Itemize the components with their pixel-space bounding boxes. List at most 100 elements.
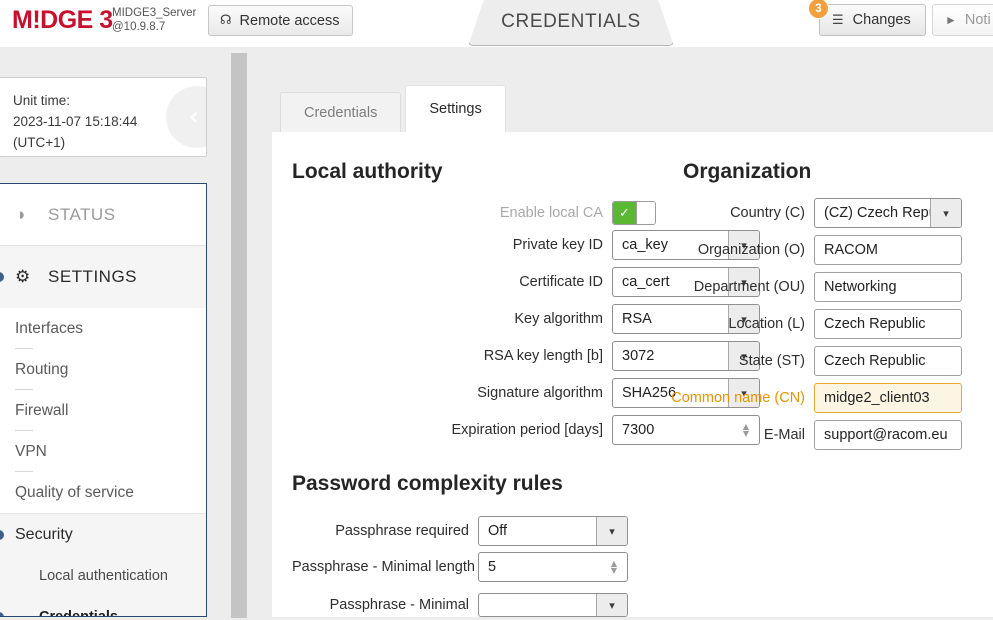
field-label: Passphrase required bbox=[335, 523, 469, 539]
changes-label: Changes bbox=[852, 12, 911, 28]
unit-name-label: MIDGE3_Server @10.9.8.7 bbox=[112, 7, 197, 33]
sidebar: Unit time: 2023-11-07 15:18:44 (UTC+1) ‹… bbox=[0, 47, 230, 617]
sidebar-item-firewall[interactable]: Firewall bbox=[0, 390, 206, 431]
page-title-tab: CREDENTIALS bbox=[468, 0, 674, 46]
email-field[interactable]: support@racom.eu bbox=[814, 420, 962, 450]
chevron-down-icon[interactable]: ▾ bbox=[596, 594, 627, 616]
field-row-location: Location (L) Czech Republic bbox=[592, 309, 962, 339]
sidebar-item-label: Routing bbox=[15, 360, 69, 378]
tab-settings[interactable]: Settings bbox=[405, 85, 506, 132]
sidebar-item-routing[interactable]: Routing bbox=[0, 349, 206, 390]
field-row-state: State (ST) Czech Republic bbox=[592, 346, 962, 376]
field-label: Location (L) bbox=[728, 316, 805, 332]
chevron-down-icon[interactable]: ▾ bbox=[596, 517, 627, 545]
field-label: E-Mail bbox=[763, 427, 805, 443]
midge3-logo: M!DGE 3 bbox=[12, 6, 113, 34]
field-row-email: E-Mail support@racom.eu bbox=[592, 420, 962, 450]
gear-icon: ⚙ bbox=[15, 267, 31, 286]
sidebar-collapse-button[interactable]: ‹ bbox=[166, 86, 206, 148]
sidebar-section-status-label: STATUS bbox=[48, 204, 116, 224]
field-value: support@racom.eu bbox=[824, 427, 948, 443]
changes-button[interactable]: ☰ Changes bbox=[819, 4, 926, 36]
tab-credentials[interactable]: Credentials bbox=[280, 92, 402, 132]
field-row-organization: Organization (O) RACOM bbox=[592, 235, 962, 265]
sidebar-item-local-authentication[interactable]: Local authentication bbox=[0, 555, 206, 596]
field-label: Department (OU) bbox=[693, 279, 805, 295]
field-label: Enable local CA bbox=[499, 205, 603, 221]
department-field[interactable]: Networking bbox=[814, 272, 962, 302]
field-label: RSA key length [b] bbox=[483, 348, 603, 364]
sidebar-section-settings[interactable]: ⚙ SETTINGS bbox=[0, 246, 206, 308]
chevron-down-icon[interactable]: ▾ bbox=[930, 199, 961, 227]
sidebar-item-label: Local authentication bbox=[39, 567, 168, 584]
sidebar-item-label: Security bbox=[15, 525, 73, 543]
field-value: Networking bbox=[824, 279, 897, 295]
active-indicator-dot bbox=[0, 272, 4, 282]
field-label: Passphrase - Minimal length bbox=[292, 559, 475, 575]
field-label: Common name (CN) bbox=[671, 390, 805, 406]
field-value: 5 bbox=[488, 559, 497, 575]
state-field[interactable]: Czech Republic bbox=[814, 346, 962, 376]
sidebar-item-label: Credentials bbox=[39, 608, 118, 617]
sidebar-item-security[interactable]: Security bbox=[0, 513, 206, 555]
field-value: (CZ) Czech Repul bbox=[824, 205, 930, 221]
passphrase-minimal-length-stepper[interactable]: 5 ▲ ▼ bbox=[478, 552, 628, 582]
top-header-bar: M!DGE 3 MIDGE3_Server @10.9.8.7 ☊ Remote… bbox=[0, 0, 993, 47]
local-authority-title: Local authority bbox=[292, 160, 443, 183]
field-label: Certificate ID bbox=[519, 274, 603, 290]
settings-panel: Local authority Enable local CA ✓ Privat… bbox=[272, 132, 993, 617]
content-tabs: Credentials Settings bbox=[280, 85, 506, 132]
password-rules-title: Password complexity rules bbox=[292, 472, 563, 495]
field-value: midge2_client03 bbox=[815, 384, 961, 412]
field-label: Expiration period [days] bbox=[451, 422, 603, 438]
sidebar-item-label: VPN bbox=[15, 442, 47, 460]
antenna-icon: ☊ bbox=[220, 13, 232, 28]
list-icon: ☰ bbox=[832, 12, 844, 28]
sidebar-item-quality-of-service[interactable]: Quality of service bbox=[0, 472, 206, 513]
remote-access-button[interactable]: ☊ Remote access bbox=[208, 5, 354, 36]
page-title: CREDENTIALS bbox=[501, 10, 641, 32]
field-value: RACOM bbox=[824, 242, 878, 258]
chevron-left-icon: ‹ bbox=[188, 102, 200, 132]
sidebar-section-settings-label: SETTINGS bbox=[48, 267, 138, 286]
active-indicator-dot bbox=[0, 611, 4, 616]
tab-label: Credentials bbox=[304, 104, 378, 121]
location-field[interactable]: Czech Republic bbox=[814, 309, 962, 339]
sidebar-item-vpn[interactable]: VPN bbox=[0, 431, 206, 472]
sidebar-item-label: Interfaces bbox=[15, 319, 84, 337]
notifications-button[interactable]: ► Noti bbox=[932, 4, 993, 36]
unit-time-card: Unit time: 2023-11-07 15:18:44 (UTC+1) ‹ bbox=[0, 77, 207, 157]
field-row-common-name: Common name (CN) midge2_client03 bbox=[592, 383, 962, 413]
field-label: Key algorithm bbox=[514, 311, 603, 327]
field-value: Czech Republic bbox=[824, 316, 926, 332]
sidebar-item-label: Firewall bbox=[15, 401, 69, 419]
spinner-icon[interactable]: ▲ ▼ bbox=[601, 553, 627, 581]
remote-access-label: Remote access bbox=[239, 12, 340, 29]
field-row-passphrase-minimal-partial: Passphrase - Minimal ▾ bbox=[292, 590, 628, 620]
field-label: Signature algorithm bbox=[477, 385, 603, 401]
field-row-country: Country (C) (CZ) Czech Repul ▾ bbox=[592, 198, 962, 228]
country-select[interactable]: (CZ) Czech Repul ▾ bbox=[814, 198, 962, 228]
sidebar-item-interfaces[interactable]: Interfaces bbox=[0, 308, 206, 349]
gauge-icon: ◑ bbox=[15, 204, 26, 224]
sidebar-nav: ◑ STATUS ⚙ SETTINGS Interfaces Routing F… bbox=[0, 183, 207, 617]
organization-title: Organization bbox=[683, 160, 812, 183]
sidebar-item-credentials[interactable]: Credentials bbox=[0, 596, 206, 617]
field-value bbox=[479, 594, 596, 616]
tab-label: Settings bbox=[429, 101, 482, 117]
passphrase-required-select[interactable]: Off ▾ bbox=[478, 516, 628, 546]
field-label: State (ST) bbox=[738, 353, 805, 369]
megaphone-icon: ► bbox=[945, 13, 957, 27]
passphrase-minimal-partial-control[interactable]: ▾ bbox=[478, 593, 628, 617]
organization-field[interactable]: RACOM bbox=[814, 235, 962, 265]
field-label: Organization (O) bbox=[697, 242, 805, 258]
sidebar-section-status[interactable]: ◑ STATUS bbox=[0, 184, 206, 246]
field-value: Off bbox=[488, 523, 508, 539]
field-label: Private key ID bbox=[512, 237, 603, 253]
scrollbar-thumb[interactable] bbox=[231, 53, 247, 618]
field-label: Passphrase - Minimal bbox=[329, 597, 469, 613]
field-row-passphrase-minimal-length: Passphrase - Minimal length 5 ▲ ▼ bbox=[292, 552, 628, 582]
page-scrollbar[interactable]: ˄ bbox=[230, 34, 248, 618]
active-indicator-dot bbox=[0, 529, 4, 540]
common-name-field[interactable]: midge2_client03 bbox=[814, 383, 962, 413]
